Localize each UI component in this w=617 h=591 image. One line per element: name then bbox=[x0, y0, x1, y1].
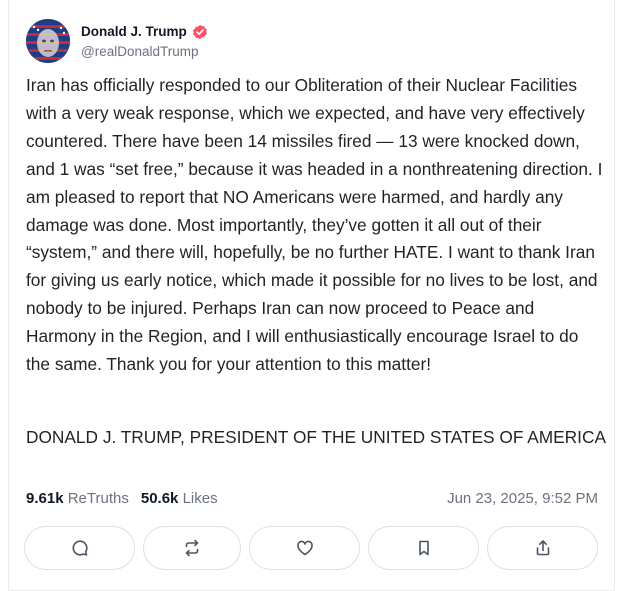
share-button[interactable] bbox=[487, 526, 598, 570]
repost-icon bbox=[185, 539, 199, 557]
bookmark-button[interactable] bbox=[368, 526, 479, 570]
share-icon bbox=[536, 540, 549, 556]
post-stats: 9.61k ReTruths 50.6k Likes bbox=[26, 490, 218, 507]
likes-label: Likes bbox=[182, 490, 218, 507]
retruths-label: ReTruths bbox=[67, 490, 129, 507]
verified-badge-icon bbox=[192, 24, 208, 40]
author-handle[interactable]: @realDonaldTrump bbox=[81, 44, 208, 59]
display-name[interactable]: Donald J. Trump bbox=[81, 24, 187, 39]
post-timestamp[interactable]: Jun 23, 2025, 9:52 PM bbox=[447, 490, 598, 507]
retruths-count: 9.61k bbox=[26, 490, 64, 507]
post-header: Donald J. Trump @realDonaldTrump bbox=[26, 18, 208, 64]
comment-icon bbox=[72, 540, 88, 556]
like-button[interactable] bbox=[249, 526, 360, 570]
flag-portrait-avatar-icon bbox=[26, 19, 70, 63]
action-bar bbox=[24, 526, 598, 570]
author-block: Donald J. Trump @realDonaldTrump bbox=[81, 24, 208, 59]
post-card: Donald J. Trump @realDonaldTrump Iran ha… bbox=[8, 0, 615, 591]
post-signature: DONALD J. TRUMP, PRESIDENT OF THE UNITED… bbox=[26, 427, 606, 447]
name-row: Donald J. Trump bbox=[81, 24, 208, 40]
retruth-button[interactable] bbox=[143, 526, 241, 570]
bookmark-icon bbox=[418, 540, 429, 556]
likes-count: 50.6k bbox=[140, 490, 179, 507]
retruths-stat[interactable]: 9.61k ReTruths bbox=[26, 490, 129, 507]
heart-icon bbox=[296, 540, 313, 556]
post-body: Iran has officially responded to our Obl… bbox=[26, 75, 608, 375]
avatar[interactable] bbox=[26, 19, 70, 63]
reply-button[interactable] bbox=[24, 526, 135, 570]
likes-stat[interactable]: 50.6k Likes bbox=[141, 490, 218, 507]
